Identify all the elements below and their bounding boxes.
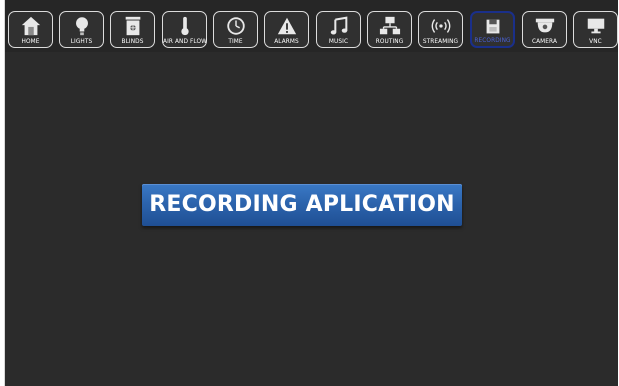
app-screen: HOME LIGHTS BLINDS AIR AND FLOW TIME ALA… <box>4 0 618 386</box>
tab-alarms[interactable]: ALARMS <box>264 11 309 48</box>
monitor-icon <box>574 14 617 38</box>
lightbulb-icon <box>60 14 103 38</box>
tab-label: BLINDS <box>121 39 144 45</box>
tab-time[interactable]: TIME <box>213 11 258 48</box>
tab-label: HOME <box>21 39 40 45</box>
house-icon <box>9 14 52 38</box>
broadcast-icon <box>419 14 462 38</box>
clock-icon <box>214 14 257 38</box>
tab-recording[interactable]: RECORDING <box>470 11 515 48</box>
tab-label: RECORDING <box>474 38 511 44</box>
recording-application-banner: RECORDING APLICATION <box>142 184 462 226</box>
tab-home[interactable]: HOME <box>8 11 53 48</box>
floppy-disk-icon <box>472 15 513 39</box>
tab-routing[interactable]: ROUTING <box>367 11 412 48</box>
network-icon <box>368 14 411 38</box>
tab-music[interactable]: MUSIC <box>316 11 361 48</box>
tab-label: TIME <box>228 39 243 45</box>
tab-label: LIGHTS <box>70 39 93 45</box>
tab-label: ROUTING <box>375 39 404 45</box>
tab-camera[interactable]: CAMERA <box>522 11 567 48</box>
tab-vnc[interactable]: VNC <box>573 11 618 48</box>
tab-label: AIR AND FLOW <box>163 39 208 45</box>
tab-label: VNC <box>589 39 602 45</box>
thermometer-icon <box>163 14 206 38</box>
tab-label: MUSIC <box>328 39 349 45</box>
tab-lights[interactable]: LIGHTS <box>59 11 104 48</box>
tab-blinds[interactable]: BLINDS <box>110 11 155 48</box>
dome-camera-icon <box>523 14 566 38</box>
top-toolbar: HOME LIGHTS BLINDS AIR AND FLOW TIME ALA… <box>5 0 618 52</box>
music-note-icon <box>317 14 360 38</box>
tab-label: CAMERA <box>531 39 558 45</box>
tab-air-and-flow[interactable]: AIR AND FLOW <box>162 11 207 48</box>
blinds-icon <box>111 14 154 38</box>
tab-label: ALARMS <box>274 39 299 45</box>
tab-streaming[interactable]: STREAMING <box>418 11 463 48</box>
warning-icon <box>265 14 308 38</box>
tab-label: STREAMING <box>422 39 459 45</box>
